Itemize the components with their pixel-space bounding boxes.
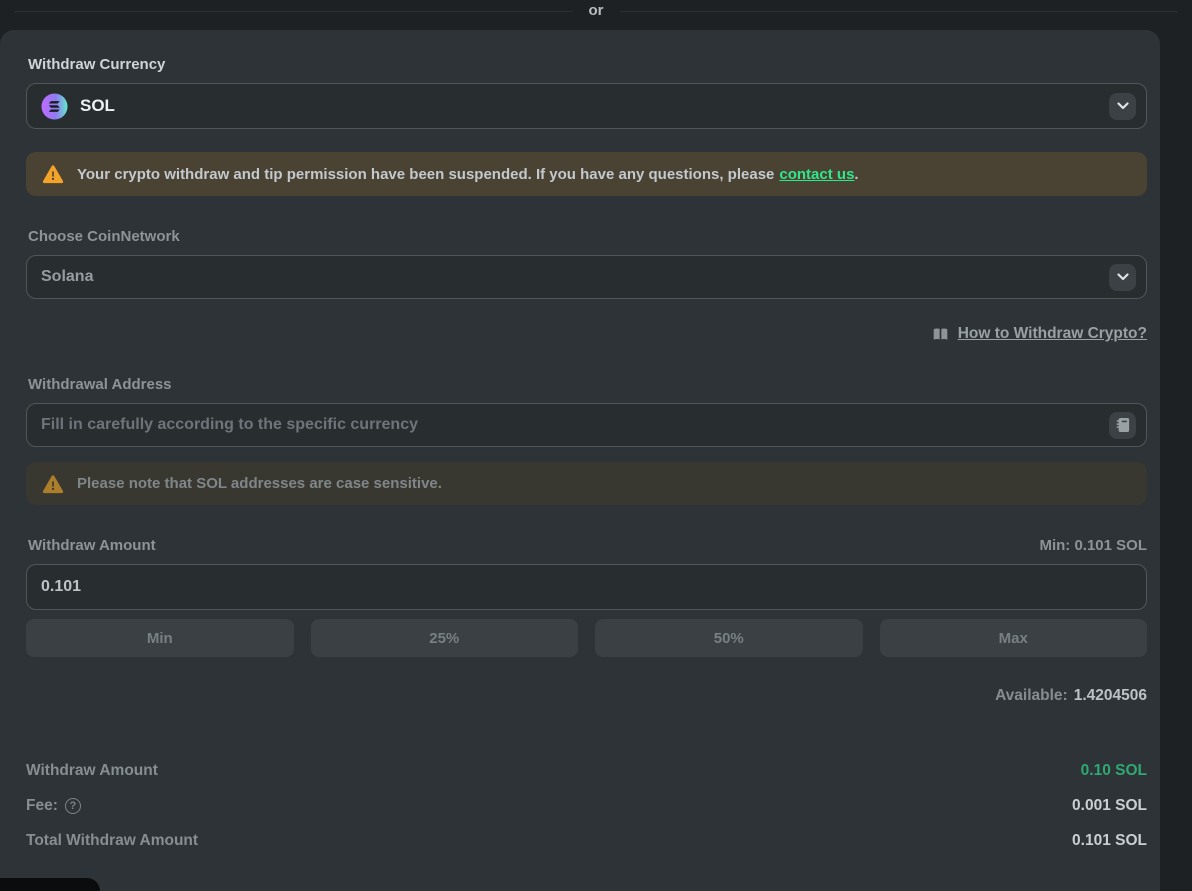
pct-50-button[interactable]: 50% bbox=[595, 619, 863, 657]
or-divider-label: or bbox=[589, 0, 604, 22]
withdrawal-address-input[interactable] bbox=[41, 416, 1109, 434]
how-to-withdraw-link[interactable]: How to Withdraw Crypto? bbox=[958, 325, 1147, 343]
chevron-down-icon bbox=[1117, 102, 1129, 110]
withdraw-amount-input[interactable] bbox=[41, 578, 1132, 596]
solana-icon bbox=[41, 93, 68, 120]
min-amount-info: Min: 0.101 SOL bbox=[1039, 537, 1147, 554]
warning-triangle-icon bbox=[42, 164, 64, 184]
suspension-text-after: . bbox=[854, 166, 858, 183]
available-value: 1.4204506 bbox=[1074, 687, 1147, 705]
corner-widget[interactable] bbox=[0, 878, 100, 891]
summary-total-label: Total Withdraw Amount bbox=[26, 832, 198, 850]
suspension-notice-text: Your crypto withdraw and tip permission … bbox=[77, 166, 859, 183]
network-dropdown-button[interactable] bbox=[1109, 264, 1136, 291]
summary-row-total: Total Withdraw Amount 0.101 SOL bbox=[26, 831, 1147, 851]
summary-row-fee: Fee: ? 0.001 SOL bbox=[26, 796, 1147, 816]
address-book-icon bbox=[1116, 417, 1130, 433]
or-divider: or bbox=[0, 0, 1192, 22]
contact-us-link[interactable]: contact us bbox=[779, 166, 854, 183]
available-label: Available: bbox=[995, 687, 1068, 705]
help-row: How to Withdraw Crypto? bbox=[26, 325, 1147, 343]
withdraw-currency-value: SOL bbox=[80, 96, 115, 116]
quick-amount-buttons: Min 25% 50% Max bbox=[26, 619, 1147, 657]
case-sensitive-notice: Please note that SOL addresses are case … bbox=[26, 462, 1147, 505]
withdraw-amount-label: Withdraw Amount bbox=[28, 537, 156, 554]
currency-dropdown-button[interactable] bbox=[1109, 93, 1136, 120]
suspension-text-before: Your crypto withdraw and tip permission … bbox=[77, 166, 774, 183]
summary-withdraw-amount-value: 0.10 SOL bbox=[1081, 762, 1147, 780]
summary-total-value: 0.101 SOL bbox=[1072, 832, 1147, 850]
address-book-button[interactable] bbox=[1109, 412, 1136, 439]
open-book-icon bbox=[932, 327, 949, 341]
withdraw-summary: Withdraw Amount 0.10 SOL Fee: ? 0.001 SO… bbox=[26, 761, 1147, 851]
summary-fee-value: 0.001 SOL bbox=[1072, 797, 1147, 815]
case-sensitive-text: Please note that SOL addresses are case … bbox=[77, 475, 442, 492]
fee-label-text: Fee: bbox=[26, 797, 58, 815]
withdraw-amount-field[interactable] bbox=[26, 564, 1147, 610]
summary-withdraw-amount-label: Withdraw Amount bbox=[26, 762, 158, 780]
amount-header: Withdraw Amount Min: 0.101 SOL bbox=[26, 537, 1147, 554]
divider-line bbox=[14, 11, 573, 12]
question-circle-icon[interactable]: ? bbox=[65, 798, 81, 814]
summary-fee-label: Fee: ? bbox=[26, 797, 81, 815]
available-row: Available: 1.4204506 bbox=[26, 687, 1147, 705]
withdraw-currency-select[interactable]: SOL bbox=[26, 83, 1147, 129]
withdrawal-address-field[interactable] bbox=[26, 403, 1147, 447]
summary-row-withdraw-amount: Withdraw Amount 0.10 SOL bbox=[26, 761, 1147, 781]
suspension-notice: Your crypto withdraw and tip permission … bbox=[26, 152, 1147, 196]
warning-triangle-icon bbox=[42, 474, 64, 494]
withdraw-panel: Withdraw Currency SOL bbox=[0, 30, 1160, 891]
withdraw-currency-label: Withdraw Currency bbox=[28, 56, 1147, 73]
min-button[interactable]: Min bbox=[26, 619, 294, 657]
max-button[interactable]: Max bbox=[880, 619, 1148, 657]
network-select[interactable]: Solana bbox=[26, 255, 1147, 299]
divider-line bbox=[620, 11, 1179, 12]
chevron-down-icon bbox=[1117, 273, 1129, 281]
network-value: Solana bbox=[41, 268, 93, 286]
withdrawal-address-label: Withdrawal Address bbox=[28, 376, 1147, 393]
network-label: Choose CoinNetwork bbox=[28, 228, 1147, 245]
pct-25-button[interactable]: 25% bbox=[311, 619, 579, 657]
